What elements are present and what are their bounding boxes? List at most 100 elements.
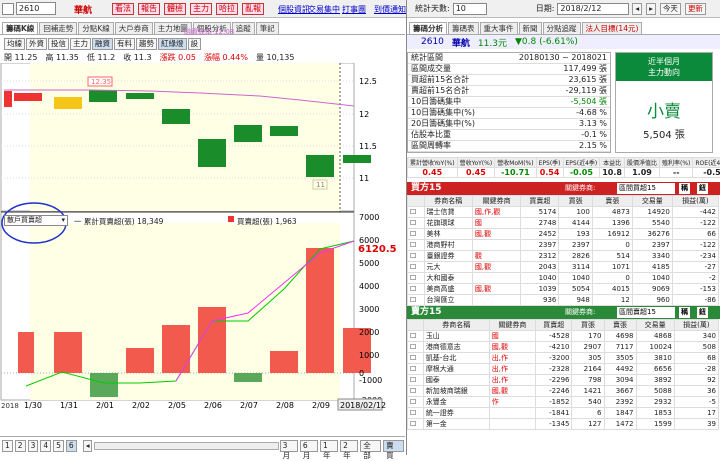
trust-button[interactable]: 投信 bbox=[48, 38, 69, 50]
tab-news[interactable]: 新聞 bbox=[518, 22, 542, 34]
menu-icon[interactable] bbox=[2, 3, 14, 15]
row-checkbox[interactable]: ☐ bbox=[407, 363, 424, 375]
chip-kline-chart[interactable]: 12.35 11 12.5 12 11.5 11 7000 6000 5000 … bbox=[0, 63, 405, 413]
page-3[interactable]: 3 bbox=[27, 440, 39, 452]
row-checkbox[interactable]: ☐ bbox=[407, 385, 424, 397]
checkup-button[interactable]: 體檢 bbox=[164, 3, 186, 15]
tab-target-price[interactable]: 法人目標(14元) bbox=[581, 22, 643, 34]
table-row[interactable]: ☐ 摩根大通 出,作 -2328 2164 4492 6656 -28 bbox=[407, 363, 720, 375]
ma-button[interactable]: 均線 bbox=[4, 38, 25, 50]
tab-major-events[interactable]: 重大事件 bbox=[479, 22, 518, 34]
table-row[interactable]: ☐ 台灣匯立 936 948 12 960 -86 bbox=[407, 294, 720, 306]
row-checkbox[interactable]: ☐ bbox=[407, 352, 424, 364]
price-alert-link[interactable]: 到價通知 bbox=[374, 4, 406, 15]
table-row[interactable]: ☐ 第一金 -1345 127 1472 1599 39 bbox=[407, 418, 720, 430]
sell15-btn1[interactable]: 稱 bbox=[679, 307, 690, 318]
tab-tracking[interactable]: 追蹤 bbox=[231, 22, 255, 34]
range-1y[interactable]: 1年 bbox=[319, 440, 339, 460]
tab-notes[interactable]: 筆記 bbox=[255, 22, 279, 34]
indicator-select[interactable]: 散戶買賣超 ▾ bbox=[4, 215, 68, 226]
vol-tick-8: -1000 bbox=[359, 376, 382, 385]
days-select[interactable]: 10 bbox=[452, 2, 487, 15]
sell15-select[interactable]: 區間賣超15 bbox=[617, 307, 675, 318]
tab-big-broker[interactable]: 大戶券商 bbox=[114, 22, 153, 34]
row-checkbox[interactable]: ☐ bbox=[407, 283, 425, 295]
tab-branch-kline[interactable]: 分點K線 bbox=[78, 22, 114, 34]
range-2y[interactable]: 2年 bbox=[340, 440, 359, 460]
rumor-button[interactable]: 亂報 bbox=[242, 3, 264, 15]
price-tick-1: 12 bbox=[359, 110, 369, 119]
chat-button[interactable]: 哈拉 bbox=[216, 3, 238, 15]
stock-info-link[interactable]: 個股資訊 bbox=[278, 4, 310, 15]
tab-chip-analysis[interactable]: 籌碼分析 bbox=[409, 22, 447, 34]
sell15-btn2[interactable]: 鈕 bbox=[697, 307, 708, 318]
buy15-btn2[interactable]: 鈕 bbox=[697, 183, 708, 194]
date-picker[interactable]: 2018/2/12 bbox=[557, 2, 630, 15]
table-row[interactable]: ☐ 美商高盛 國,觀 1039 5054 4015 9069 -153 bbox=[407, 283, 720, 295]
row-checkbox[interactable]: ☐ bbox=[407, 272, 425, 284]
row-checkbox[interactable]: ☐ bbox=[407, 418, 424, 430]
zoom-out-icon[interactable]: ◂ bbox=[82, 440, 93, 452]
table-row[interactable]: ☐ 臺銀證券觀 2312 2826 514 3340 -234 bbox=[407, 250, 720, 262]
page-1[interactable]: 1 bbox=[2, 440, 13, 452]
tab-replay[interactable]: 回補走勢 bbox=[39, 22, 78, 34]
next-day-icon[interactable]: ▸ bbox=[646, 2, 656, 15]
prev-day-icon[interactable]: ◂ bbox=[632, 2, 643, 15]
event-link[interactable]: 打事團 bbox=[342, 4, 366, 15]
table-row[interactable]: ☐ 元大 國,觀 2043 3114 1071 4185 -27 bbox=[407, 261, 720, 273]
row-checkbox[interactable]: ☐ bbox=[407, 341, 424, 353]
traffic-light-button[interactable]: 紅綠燈 bbox=[158, 38, 187, 50]
trade-concentration-link[interactable]: 交易集中 bbox=[308, 4, 340, 15]
page-5[interactable]: 5 bbox=[53, 440, 64, 452]
row-checkbox[interactable]: ☐ bbox=[407, 374, 424, 386]
tab-chip-kline[interactable]: 籌碼K線 bbox=[2, 22, 39, 34]
table-row[interactable]: ☐ 玉山國 -4528 170 4698 4868 340 bbox=[407, 330, 720, 342]
row-checkbox[interactable]: ☐ bbox=[407, 206, 425, 218]
row-checkbox[interactable]: ☐ bbox=[407, 217, 425, 229]
refresh-button[interactable]: 更新 bbox=[684, 2, 706, 15]
stock-code-input[interactable]: 2610 bbox=[16, 2, 56, 15]
mainforce-toggle[interactable]: 主力 bbox=[70, 38, 91, 50]
page-2[interactable]: 2 bbox=[14, 440, 26, 452]
mainforce-button[interactable]: 主力 bbox=[190, 3, 212, 15]
table-row[interactable]: ☐ 統一證券 -1841 6 1847 1853 17 bbox=[407, 407, 720, 419]
margin-button[interactable]: 融資 bbox=[92, 38, 113, 50]
tab-chip-table[interactable]: 籌碼表 bbox=[448, 22, 479, 34]
row-checkbox[interactable]: ☐ bbox=[407, 261, 425, 273]
tab-branch-track[interactable]: 分點追蹤 bbox=[542, 22, 581, 34]
buy15-select[interactable]: 區間買超15 bbox=[617, 183, 675, 194]
report-button[interactable]: 報告 bbox=[138, 3, 160, 15]
table-row[interactable]: ☐ 花旗環球國 2748 4144 1396 5540 -122 bbox=[407, 217, 720, 229]
table-row[interactable]: ☐ 國泰 出,作 -2296 798 3094 3892 92 bbox=[407, 374, 720, 386]
row-checkbox[interactable]: ☐ bbox=[407, 294, 425, 306]
foreign-button[interactable]: 外資 bbox=[26, 38, 47, 50]
row-checkbox[interactable]: ☐ bbox=[407, 407, 424, 419]
table-row[interactable]: ☐ 港商德意志 國,觀 -4210 2907 7117 10024 508 bbox=[407, 341, 720, 353]
buy15-btn1[interactable]: 稱 bbox=[679, 183, 690, 194]
row-checkbox[interactable]: ☐ bbox=[407, 250, 425, 262]
range-6m[interactable]: 6月 bbox=[299, 440, 318, 460]
range-all[interactable]: 全部 bbox=[360, 440, 382, 460]
row-checkbox[interactable]: ☐ bbox=[407, 239, 425, 251]
row-checkbox[interactable]: ☐ bbox=[407, 330, 424, 342]
row-checkbox[interactable]: ☐ bbox=[407, 228, 425, 240]
page-6[interactable]: 6 bbox=[65, 440, 77, 452]
row-checkbox[interactable]: ☐ bbox=[407, 396, 424, 408]
material-button[interactable]: 有料 bbox=[114, 38, 135, 50]
table-row[interactable]: ☐ 瑞士信貸 國,作,觀 5174 100 4873 14920 -442 bbox=[407, 206, 720, 218]
trend-button[interactable]: 趨勢 bbox=[136, 38, 157, 50]
view-button[interactable]: 看法 bbox=[112, 3, 134, 15]
fin-value: 0.45 bbox=[407, 167, 458, 178]
table-row[interactable]: ☐ 港商野村 2397 2397 0 2397 -122 bbox=[407, 239, 720, 251]
table-row[interactable]: ☐ 永豐金作 -1852 540 2392 2932 -5 bbox=[407, 396, 720, 408]
range-scrollbar[interactable] bbox=[94, 442, 279, 450]
settings-button[interactable]: 設 bbox=[187, 38, 201, 50]
page-4[interactable]: 4 bbox=[40, 440, 52, 452]
today-button[interactable]: 今天 bbox=[659, 2, 681, 15]
buy-sell-button[interactable]: 賣買 bbox=[383, 440, 404, 460]
table-row[interactable]: ☐ 新加坡商瑞銀 國,觀 -2246 1421 3667 5088 36 bbox=[407, 385, 720, 397]
table-row[interactable]: ☐ 大和國泰 1040 1040 0 1040 -2 bbox=[407, 272, 720, 284]
table-row[interactable]: ☐ 凱基-台北 出,作 -3200 305 3505 3810 68 bbox=[407, 352, 720, 364]
range-3m[interactable]: 3月 bbox=[279, 440, 298, 460]
table-row[interactable]: ☐ 美林 國,觀 2452 193 16912 36276 66 bbox=[407, 228, 720, 240]
